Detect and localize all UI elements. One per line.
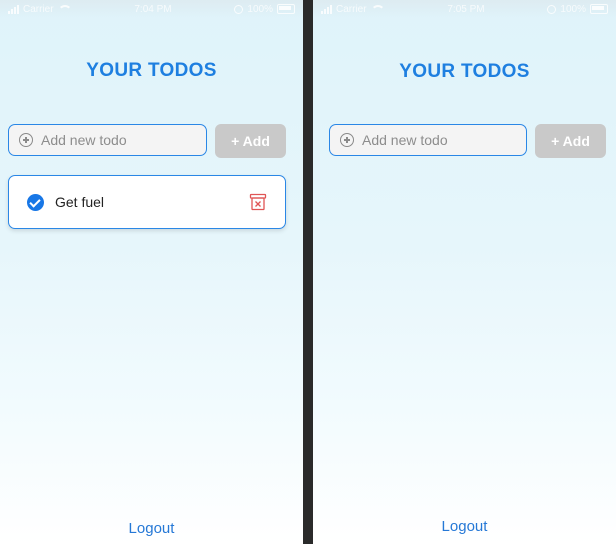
add-button[interactable]: + Add <box>535 124 606 158</box>
new-todo-field[interactable] <box>8 124 207 156</box>
status-time: 7:04 PM <box>134 3 172 15</box>
signal-icon <box>321 4 332 14</box>
page-title: YOUR TODOS <box>86 60 217 81</box>
todo-screen-left: Carrier 7:04 PM 100% YOUR TODOS + Add Ge… <box>0 0 303 544</box>
logout-link[interactable]: Logout <box>0 520 303 537</box>
battery-percent: 100% <box>247 3 273 15</box>
status-right: 100% <box>547 4 608 15</box>
plus-circle-icon <box>19 133 33 147</box>
logout-link[interactable]: Logout <box>313 518 616 535</box>
todo-text: Get fuel <box>55 194 105 210</box>
page-title: YOUR TODOS <box>399 61 530 82</box>
battery-icon <box>589 4 608 14</box>
add-button[interactable]: + Add <box>215 124 286 158</box>
status-bar: Carrier 7:04 PM 100% <box>0 0 303 18</box>
wifi-icon <box>370 4 385 14</box>
screenshot-stage: Carrier 7:04 PM 100% YOUR TODOS + Add Ge… <box>0 0 616 544</box>
new-todo-input[interactable] <box>41 132 191 148</box>
orientation-lock-icon <box>547 4 557 14</box>
status-left: Carrier <box>8 4 72 15</box>
signal-icon <box>8 4 19 14</box>
carrier-label: Carrier <box>23 3 54 15</box>
status-time: 7:05 PM <box>447 3 485 15</box>
status-left: Carrier <box>321 4 385 15</box>
battery-icon <box>276 4 295 14</box>
trash-icon[interactable] <box>249 193 267 211</box>
new-todo-field[interactable] <box>329 124 527 156</box>
carrier-label: Carrier <box>336 3 367 15</box>
wifi-icon <box>57 4 72 14</box>
battery-percent: 100% <box>560 3 586 15</box>
plus-circle-icon <box>340 133 354 147</box>
status-bar: Carrier 7:05 PM 100% <box>313 0 616 18</box>
status-right: 100% <box>234 4 295 15</box>
todo-item[interactable]: Get fuel <box>8 175 286 229</box>
check-circle-icon[interactable] <box>27 193 44 211</box>
orientation-lock-icon <box>234 4 244 14</box>
new-todo-input[interactable] <box>362 132 512 148</box>
todo-screen-right: Carrier 7:05 PM 100% YOUR TODOS + Add Lo… <box>313 0 616 544</box>
